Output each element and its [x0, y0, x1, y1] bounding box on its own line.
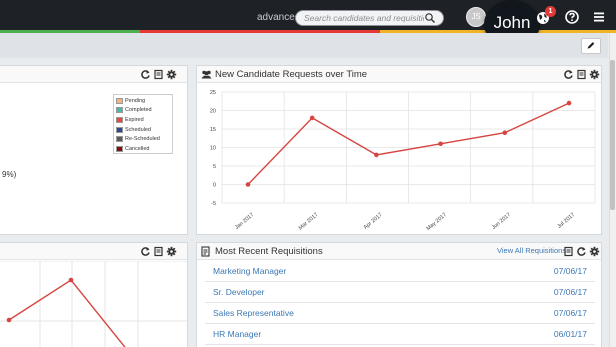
trend-line-chart [0, 261, 187, 347]
legend-swatch [116, 116, 123, 123]
legend-swatch [116, 107, 123, 114]
export-icon[interactable] [576, 69, 587, 80]
gear-icon[interactable] [589, 69, 600, 80]
legend-swatch [116, 126, 123, 133]
legend-item[interactable]: Expired [116, 115, 170, 125]
y-tick-label: -5 [211, 201, 216, 207]
requisition-title-link[interactable]: Sr. Developer [213, 287, 265, 297]
y-tick-label: 0 [213, 183, 216, 189]
y-tick-label: 15 [210, 127, 216, 133]
document-icon [201, 246, 210, 257]
x-tick-label: Jun 2017 [491, 212, 512, 231]
legend-label: Re-Scheduled [125, 136, 160, 143]
user-name[interactable]: John [485, 13, 539, 33]
y-tick-label: 20 [210, 109, 216, 115]
data-point[interactable] [438, 141, 443, 147]
view-all-requisitions-link[interactable]: View All Requisitions [497, 246, 566, 255]
export-icon[interactable] [153, 246, 164, 257]
refresh-icon[interactable] [140, 69, 151, 80]
legend-label: Scheduled [125, 126, 151, 133]
y-tick-label: 5 [213, 164, 216, 170]
requisition-date: 07/06/17 [553, 266, 587, 276]
help-icon[interactable] [565, 10, 579, 24]
search-input[interactable] [304, 11, 424, 25]
hamburger-menu-icon[interactable] [593, 11, 605, 23]
data-point[interactable] [502, 130, 508, 135]
edit-dashboard-button[interactable] [581, 38, 601, 54]
data-point[interactable] [566, 100, 572, 106]
legend-swatch [116, 136, 123, 143]
x-tick-label: Mar 2017 [298, 212, 320, 232]
x-tick-label: Jul 2017 [556, 212, 576, 230]
users-icon [201, 70, 212, 79]
requests-chart-panel: New Candidate Requests over Time 25 20 15 1… [196, 65, 602, 235]
requests-panel-title: New Candidate Requests over Time [215, 69, 368, 80]
requisition-date: 07/06/17 [553, 308, 587, 318]
trend-chart-panel [0, 242, 188, 347]
requisition-title-link[interactable]: HR Manager [213, 329, 261, 339]
trend-panel-header [0, 243, 187, 260]
refresh-icon[interactable] [140, 246, 151, 257]
legend-item[interactable]: Cancelled [116, 144, 170, 154]
status-panel-header [0, 66, 187, 83]
requisition-title-link[interactable]: Sales Representative [213, 308, 294, 318]
y-tick-label: 25 [210, 90, 216, 96]
requisition-date: 07/06/17 [553, 287, 587, 297]
refresh-icon[interactable] [576, 246, 587, 257]
requests-line-chart: 25 20 15 10 5 0 -5 Jan 2017 Mar 2017 Apr 2017 May … [210, 90, 596, 232]
data-point[interactable] [68, 277, 74, 283]
data-point[interactable] [245, 182, 251, 187]
legend-item[interactable]: Completed [116, 106, 170, 116]
advanced-search-link[interactable]: advanced [257, 12, 300, 23]
notification-badge: 1 [545, 6, 556, 17]
refresh-icon[interactable] [563, 69, 574, 80]
dashboard-toolbar [0, 33, 608, 58]
pie-percentage-label: 9%) [2, 170, 17, 179]
avatar[interactable]: JS [466, 7, 486, 27]
legend-label: Pending [125, 97, 146, 104]
data-point[interactable] [309, 115, 315, 121]
gear-icon[interactable] [166, 246, 177, 257]
legend-item[interactable]: Scheduled [116, 125, 170, 135]
requisition-date: 06/01/17 [553, 329, 587, 339]
export-icon[interactable] [153, 69, 164, 80]
data-point[interactable] [6, 317, 12, 323]
status-panel: Pending Completed Expired Scheduled Re-Sched… [0, 65, 188, 235]
table-row[interactable]: Sr. Developer 07/06/17 [205, 283, 595, 303]
table-row[interactable]: Sales Representative 07/06/17 [205, 304, 595, 324]
requisitions-panel-title: Most Recent Requisitions [215, 246, 323, 257]
requisitions-panel-header: Most Recent Requisitions View All Requis… [197, 243, 601, 260]
legend-label: Completed [125, 107, 152, 114]
pencil-icon [587, 42, 595, 49]
requisition-title-link[interactable]: Marketing Manager [213, 266, 286, 276]
legend-label: Expired [125, 116, 144, 123]
gear-icon[interactable] [166, 69, 177, 80]
search-box[interactable] [295, 10, 444, 26]
legend-swatch [116, 97, 123, 104]
legend-swatch [116, 145, 123, 152]
requisitions-panel: Most Recent Requisitions View All Requis… [196, 242, 602, 347]
legend-label: Cancelled [125, 145, 150, 152]
legend-item[interactable]: Pending [116, 96, 170, 106]
legend-item[interactable]: Re-Scheduled [116, 134, 170, 144]
gear-icon[interactable] [589, 246, 600, 257]
x-tick-label: Jan 2017 [234, 212, 255, 231]
table-row[interactable]: Marketing Manager 07/06/17 [205, 262, 595, 282]
search-icon[interactable] [424, 12, 436, 24]
table-row[interactable]: HR Manager 06/01/17 [205, 325, 595, 345]
status-legend: Pending Completed Expired Scheduled Re-Sched… [113, 94, 173, 154]
series-line [8, 279, 126, 347]
x-tick-label: May 2017 [426, 212, 448, 232]
export-icon[interactable] [563, 246, 574, 257]
page-scrollbar-thumb[interactable] [610, 60, 615, 210]
y-tick-label: 10 [210, 146, 216, 152]
requests-panel-header: New Candidate Requests over Time [197, 66, 601, 83]
x-tick-label: Apr 2017 [363, 212, 384, 231]
data-point[interactable] [374, 152, 379, 158]
